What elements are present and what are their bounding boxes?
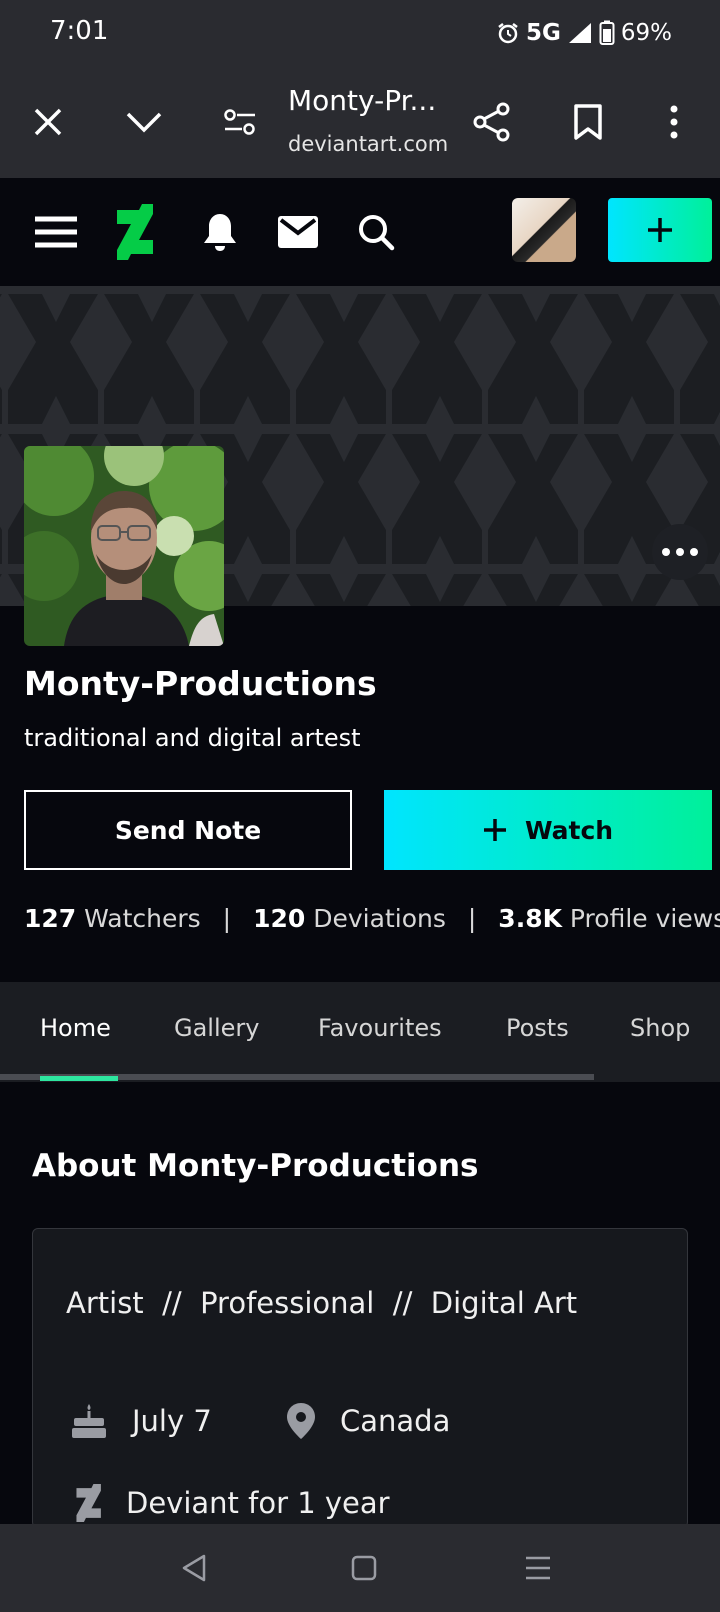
about-card [32,1228,688,1528]
birthday-text: July 7 [132,1404,212,1438]
plus-icon [483,819,506,841]
user-avatar[interactable] [512,198,576,262]
deviations-stat[interactable]: 120 Deviations [253,904,446,933]
deviant-since-row: Deviant for 1 year [74,1484,390,1522]
deviantart-logo-icon [76,1484,101,1522]
chevron-down-icon[interactable] [116,94,172,150]
recent-apps-icon[interactable] [520,1550,556,1586]
profile-stats: 127 Watchers | 120 Deviations | 3.8K Pro… [24,904,720,933]
system-navigation-bar [0,1524,720,1612]
tab-gallery[interactable]: Gallery [174,1014,259,1042]
profile-username: Monty-Productions [24,664,377,703]
dot-icon [662,548,670,556]
location-text: Canada [340,1404,451,1438]
home-icon[interactable] [346,1550,382,1586]
location-row: Canada [286,1402,450,1440]
tab-shop[interactable]: Shop [630,1014,690,1042]
watch-label: Watch [524,815,614,845]
back-icon[interactable] [176,1550,212,1586]
battery-icon [599,20,615,45]
share-icon[interactable] [464,94,520,150]
messages-envelope-icon[interactable] [270,204,326,260]
stat-separator: | [222,904,232,933]
status-icons: 5G 69% [496,20,672,46]
alarm-icon [498,23,518,44]
deviant-since-text: Deviant for 1 year [126,1486,390,1520]
profile-views-stat: 3.8K Profile views [498,904,720,933]
status-bar: 7:01 5G 69% [0,0,720,66]
browser-toolbar: Monty-Pr... deviantart.com [0,66,720,178]
watchers-stat[interactable]: 127 Watchers [24,904,201,933]
stat-separator: | [467,904,477,933]
network-type: 5G [526,20,561,46]
site-header [0,178,720,286]
tab-posts[interactable]: Posts [506,1014,569,1042]
notifications-bell-icon[interactable] [192,204,248,260]
search-icon[interactable] [348,204,404,260]
about-roles: Artist // Professional // Digital Art [66,1286,578,1320]
birthday-cake-icon [72,1404,106,1438]
more-options-button[interactable] [652,524,708,580]
more-vertical-icon[interactable] [646,94,702,150]
battery-percent: 69% [620,20,673,46]
plus-icon [648,218,672,242]
active-tab-indicator [40,1076,118,1081]
birthday-row: July 7 [70,1402,212,1440]
location-pin-icon [287,1403,315,1439]
profile-tagline: traditional and digital artest [24,724,361,752]
send-note-label: Send Note [114,815,262,845]
close-icon[interactable] [20,94,76,150]
send-note-button[interactable]: Send Note [24,790,352,870]
page-title[interactable]: Monty-Pr... [288,84,436,117]
signal-icon [568,23,591,43]
profile-tabs: Home Gallery Favourites Posts Shop [0,982,720,1082]
watch-button[interactable]: Watch [384,790,712,870]
dot-icon [690,548,698,556]
page-url[interactable]: deviantart.com [288,132,448,156]
dot-icon [676,548,684,556]
deviantart-logo-icon[interactable] [106,204,162,260]
create-button[interactable] [608,198,712,262]
status-time: 7:01 [50,16,109,46]
tune-icon[interactable] [212,94,268,150]
tab-home[interactable]: Home [40,1014,111,1042]
about-title: About Monty-Productions [32,1148,479,1184]
hamburger-menu-icon[interactable] [28,204,84,260]
tab-favourites[interactable]: Favourites [318,1014,442,1042]
profile-avatar[interactable] [24,446,224,646]
bookmark-icon[interactable] [560,94,616,150]
